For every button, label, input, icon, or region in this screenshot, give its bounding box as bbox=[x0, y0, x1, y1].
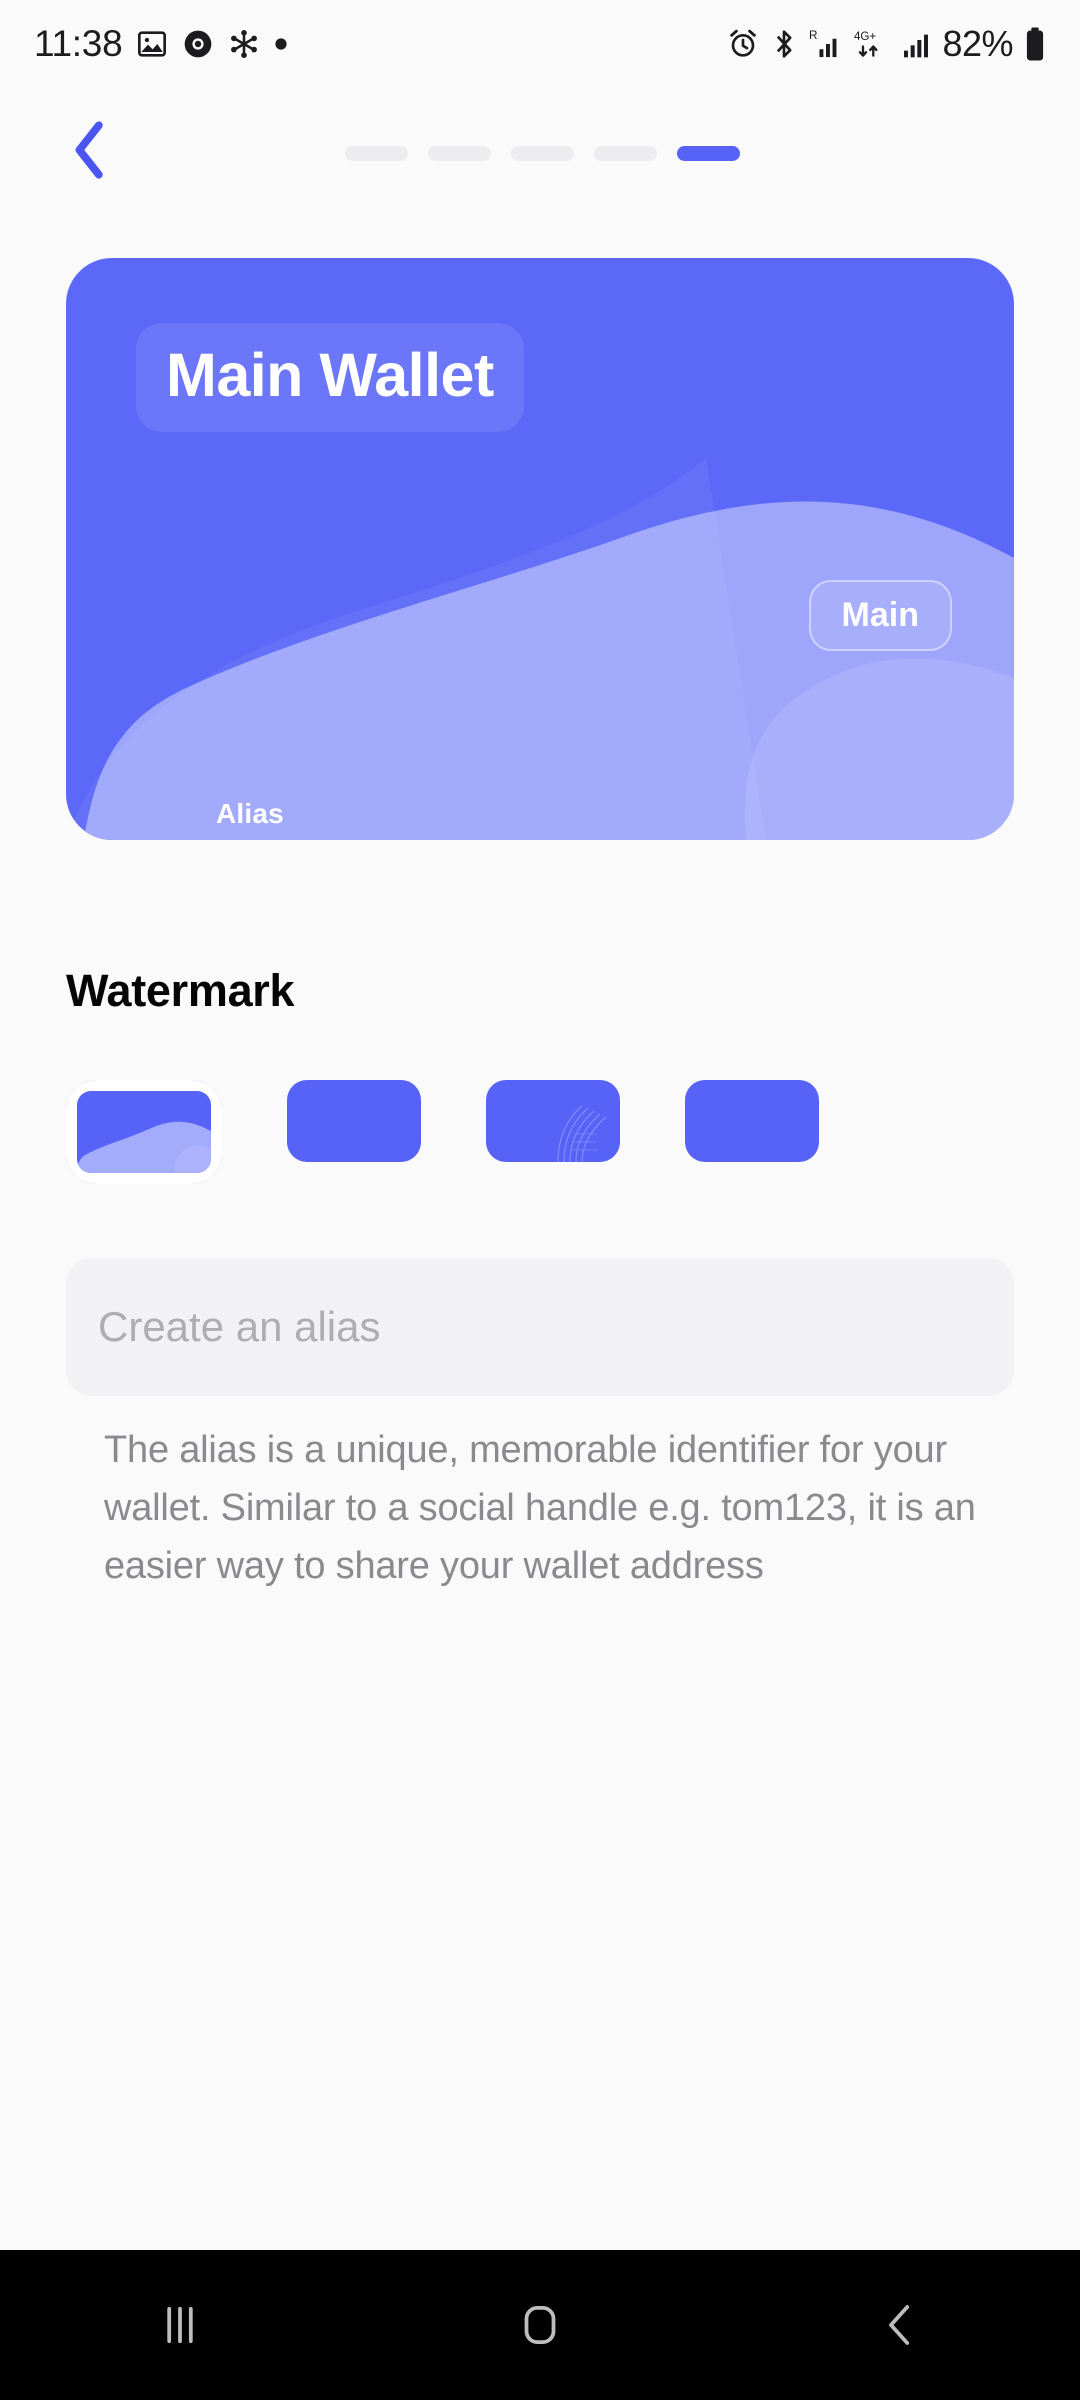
chrome-icon bbox=[185, 30, 212, 58]
bluetooth-icon bbox=[777, 30, 792, 58]
system-back-button[interactable] bbox=[720, 2250, 1080, 2400]
back-button[interactable] bbox=[52, 110, 128, 190]
phone-screen: 11:38 R 4G+ 82% Main Wallet Main Alias W… bbox=[0, 0, 1080, 2400]
watermark-section-title: Watermark bbox=[66, 965, 295, 1016]
chevron-left-icon bbox=[75, 121, 103, 179]
status-bar-right: R 4G+ 82% bbox=[727, 23, 1046, 65]
snowflake-icon bbox=[231, 30, 258, 58]
progress-step-2 bbox=[428, 146, 491, 161]
status-time: 11:38 bbox=[34, 23, 123, 64]
roaming-signal-icon: R bbox=[809, 29, 837, 58]
watermark-option-plain[interactable] bbox=[287, 1080, 421, 1184]
alias-label: Alias bbox=[216, 798, 284, 829]
wallet-title-highlight: Main Wallet bbox=[136, 323, 524, 432]
home-icon bbox=[524, 2306, 556, 2344]
progress-step-4 bbox=[594, 146, 657, 161]
watermark-option-blob[interactable] bbox=[66, 1080, 222, 1184]
battery-icon bbox=[1026, 27, 1044, 61]
gallery-icon bbox=[138, 31, 167, 57]
status-bar: 11:38 R 4G+ 82% bbox=[0, 0, 1080, 88]
watermark-option-lines[interactable] bbox=[486, 1080, 620, 1184]
swatch-lines-pattern bbox=[557, 1105, 607, 1162]
recents-button[interactable] bbox=[0, 2250, 360, 2400]
watermark-swatch-preview bbox=[486, 1080, 620, 1162]
alias-helper-text: The alias is a unique, memorable identif… bbox=[104, 1429, 976, 1587]
watermark-swatch-preview bbox=[77, 1091, 211, 1173]
dot-icon bbox=[275, 38, 287, 50]
recents-icon bbox=[167, 2306, 193, 2344]
alias-input[interactable] bbox=[66, 1258, 1014, 1396]
status-bar-left: 11:38 bbox=[34, 23, 288, 65]
alias-field-group: Alias bbox=[216, 798, 284, 840]
step-progress-indicator bbox=[345, 146, 740, 161]
progress-step-3 bbox=[511, 146, 574, 161]
wallet-type-badge[interactable]: Main bbox=[808, 580, 952, 651]
4g-plus-signal-icon: 4G+ bbox=[854, 31, 878, 57]
watermark-option-solid[interactable] bbox=[685, 1080, 819, 1184]
watermark-swatch-list bbox=[66, 1080, 819, 1184]
swatch-blob-pattern bbox=[77, 1121, 211, 1173]
back-icon bbox=[889, 2305, 910, 2345]
battery-percent: 82% bbox=[942, 23, 1013, 64]
svg-text:R: R bbox=[809, 29, 818, 42]
progress-step-5 bbox=[677, 146, 740, 161]
android-navigation-bar bbox=[0, 2250, 1080, 2400]
alarm-icon bbox=[730, 29, 757, 57]
wallet-card: Main Wallet Main Alias Address 0x0ef3555… bbox=[66, 258, 1014, 840]
signal-icon bbox=[904, 34, 929, 58]
wallet-title: Main Wallet bbox=[166, 341, 494, 409]
home-button[interactable] bbox=[360, 2250, 720, 2400]
progress-step-1 bbox=[345, 146, 408, 161]
svg-text:4G+: 4G+ bbox=[854, 31, 876, 43]
watermark-swatch-preview bbox=[287, 1080, 421, 1162]
watermark-swatch-preview bbox=[685, 1080, 819, 1162]
